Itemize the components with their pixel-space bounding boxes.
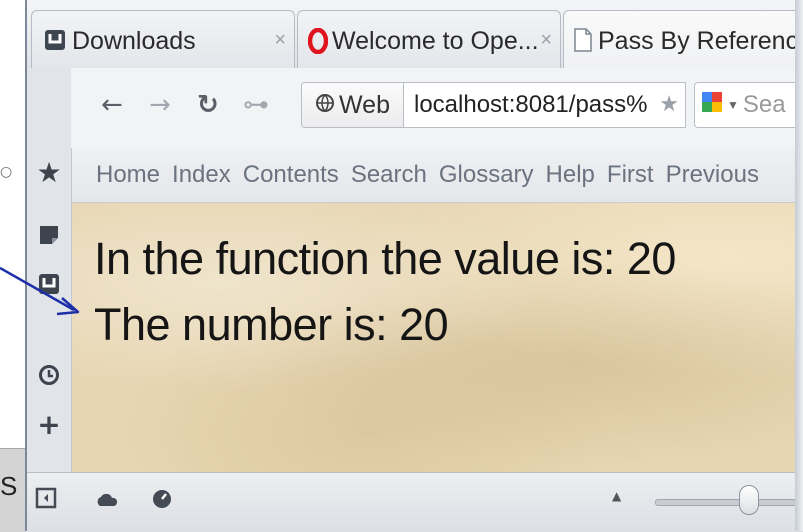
opera-logo-icon xyxy=(307,27,329,61)
function-value-text: In the function the value is: 20 xyxy=(94,233,676,284)
zoom-slider-track[interactable] xyxy=(655,499,797,506)
address-text: localhost:8081/pass% xyxy=(414,91,648,118)
tab-bar: Downloads × Welcome to Ope... × Pass By … xyxy=(27,0,803,68)
search-placeholder: Sea xyxy=(742,91,786,118)
number-value-text: The number is: 20 xyxy=(94,299,449,350)
bookmark-first[interactable]: First xyxy=(607,161,654,189)
page-icon xyxy=(574,28,592,59)
tab-welcome[interactable]: Welcome to Ope... × xyxy=(297,10,561,68)
tab-label: Welcome to Ope... xyxy=(332,27,539,55)
search-field[interactable]: ▼ Sea xyxy=(694,82,803,128)
address-field[interactable]: localhost:8081/pass% ★ xyxy=(404,82,686,128)
window-right-edge xyxy=(795,0,803,531)
notes-icon[interactable] xyxy=(27,224,71,250)
speed-dial-gauge-icon[interactable] xyxy=(151,488,173,514)
bookmark-search[interactable]: Search xyxy=(351,161,427,189)
forward-button[interactable]: → xyxy=(149,90,171,120)
tab-label: Pass By Referenc... xyxy=(598,27,803,55)
bookmark-glossary[interactable]: Glossary xyxy=(439,161,534,189)
page-content: In the function the value is: 20 The num… xyxy=(72,203,803,472)
tab-downloads[interactable]: Downloads × xyxy=(31,10,295,68)
chevron-down-icon: ▼ xyxy=(727,98,739,112)
cloud-icon[interactable] xyxy=(95,491,119,511)
background-bullet: ○ xyxy=(0,164,13,180)
bookmark-contents[interactable]: Contents xyxy=(243,161,339,189)
tab-pass-by-reference[interactable]: Pass By Referenc... xyxy=(563,10,803,68)
bookmark-previous[interactable]: Previous xyxy=(666,161,759,189)
bookmark-help[interactable]: Help xyxy=(546,161,595,189)
tab-close-button[interactable]: × xyxy=(274,27,294,53)
bookmark-star-icon[interactable]: ★ xyxy=(659,83,679,127)
google-search-icon xyxy=(701,91,723,120)
reload-button[interactable]: ↻ xyxy=(197,90,219,120)
bookmark-home[interactable]: Home xyxy=(96,161,160,189)
downloads-icon[interactable] xyxy=(27,273,71,299)
background-text-fragment: S xyxy=(0,471,18,501)
bookmark-index[interactable]: Index xyxy=(172,161,231,189)
tab-label: Downloads xyxy=(72,27,196,55)
background-taskbar-fragment: S xyxy=(0,448,26,532)
browser-window: Downloads × Welcome to Ope... × Pass By … xyxy=(25,0,803,532)
downloads-icon xyxy=(44,29,66,58)
zoom-slider-handle[interactable] xyxy=(739,485,759,515)
tab-close-button[interactable]: × xyxy=(540,27,560,53)
zoom-arrow-icon[interactable]: ▲ xyxy=(612,489,621,503)
panel-toggle-icon[interactable] xyxy=(35,487,57,513)
bookmarks-star-icon[interactable]: ★ xyxy=(27,156,71,189)
status-bar: ▲ xyxy=(27,472,803,532)
navigation-bar: ← → ↻ ⊶ Web localhost:8081/pass% ★ ▼ Sea xyxy=(71,68,803,149)
history-clock-icon[interactable] xyxy=(27,364,71,390)
bookmarks-bar: Home Index Contents Search Glossary Help… xyxy=(72,148,803,203)
globe-icon xyxy=(315,91,335,120)
web-label: Web xyxy=(339,90,390,119)
back-button[interactable]: ← xyxy=(101,90,123,120)
search-engine-selector[interactable]: Web xyxy=(301,82,404,128)
key-icon[interactable]: ⊶ xyxy=(243,90,269,120)
sidebar-panel: ★ + xyxy=(27,68,72,472)
add-panel-icon[interactable]: + xyxy=(27,408,71,441)
